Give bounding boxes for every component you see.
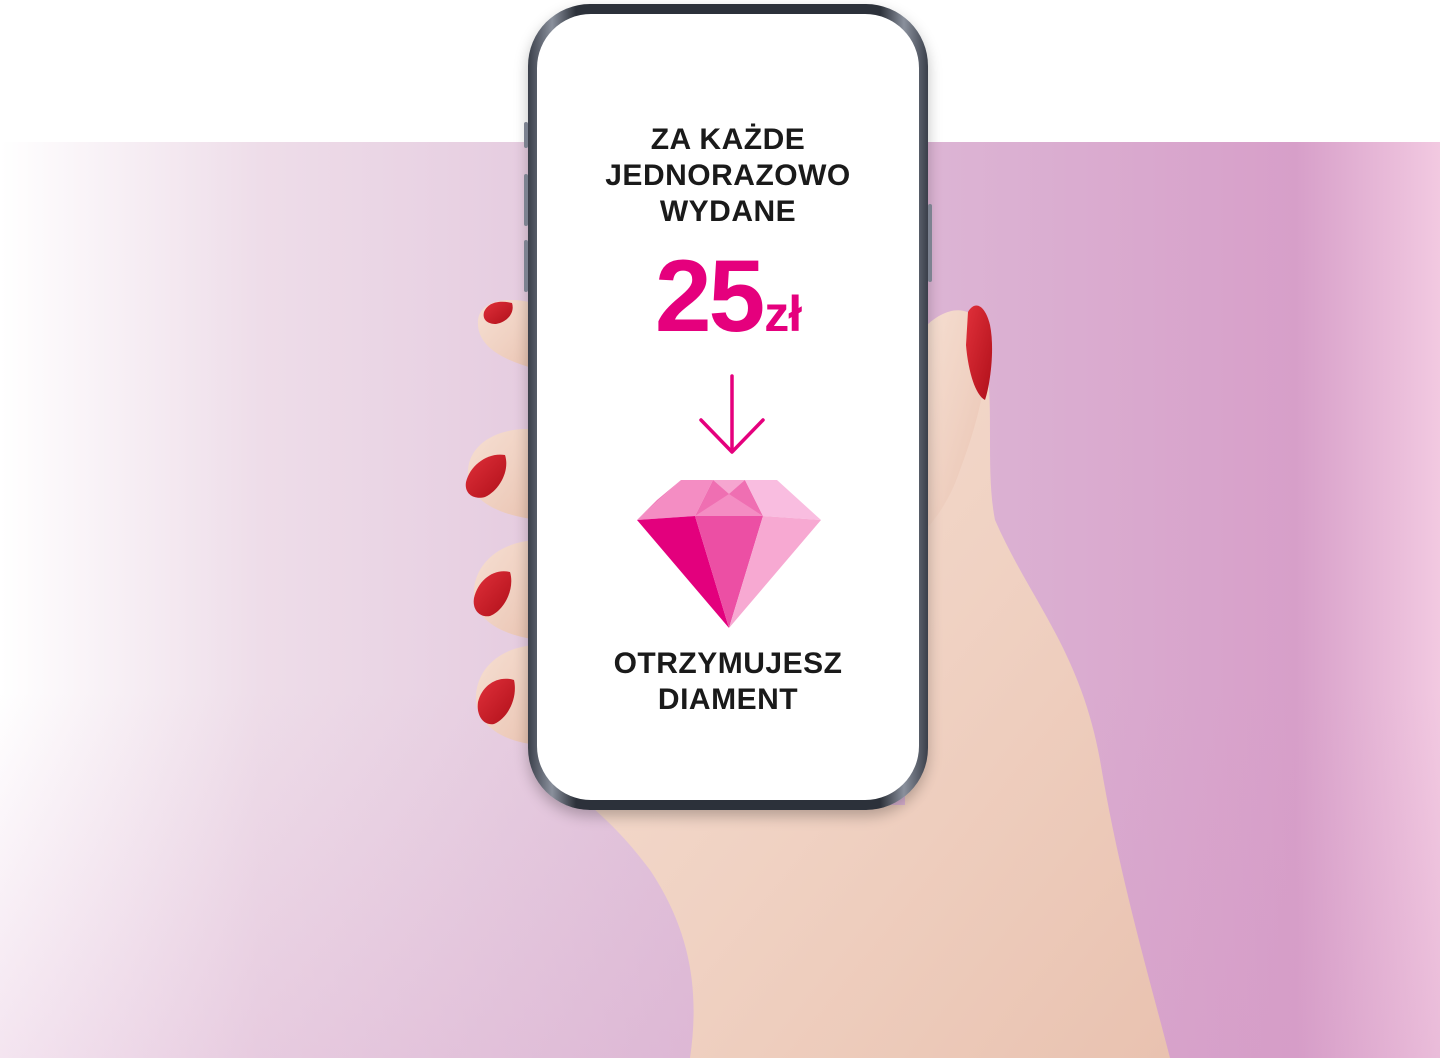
headline-line-3: WYDANE: [659, 195, 797, 228]
phone-power-button: [928, 204, 932, 282]
phone-side-button: [524, 122, 528, 148]
footer-line-1: OTRZYMUJESZ: [613, 647, 843, 680]
phone-screen: ZA KAŻDE JEDNORAZOWO WYDANE 25zł OTRZYMU…: [537, 14, 919, 800]
headline-text: ZA KAŻDE JEDNORAZOWO WYDANE: [537, 122, 919, 230]
diamond-icon: [637, 480, 821, 628]
amount-value: 25zł: [537, 236, 919, 356]
headline-line-1: ZA KAŻDE: [650, 123, 806, 156]
amount-currency: zł: [764, 286, 802, 342]
headline-line-2: JEDNORAZOWO: [605, 159, 851, 192]
phone-device: ZA KAŻDE JEDNORAZOWO WYDANE 25zł OTRZYMU…: [524, 4, 932, 810]
phone-volume-down-button: [524, 240, 528, 292]
arrow-down-icon: [699, 374, 765, 454]
amount-number: 25: [654, 239, 765, 353]
footer-line-2: DIAMENT: [657, 683, 799, 716]
footer-text: OTRZYMUJESZ DIAMENT: [537, 646, 919, 718]
phone-volume-up-button: [524, 174, 528, 226]
